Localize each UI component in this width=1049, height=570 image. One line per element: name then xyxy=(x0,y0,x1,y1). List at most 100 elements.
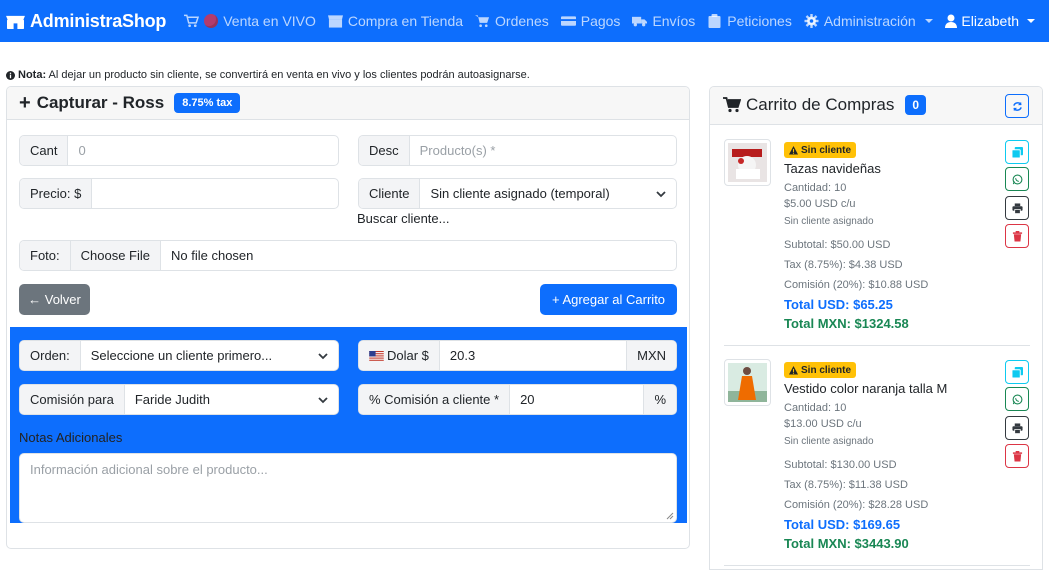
cart-title: Carrito de Compras 0 xyxy=(723,95,927,115)
whatsapp-icon xyxy=(1012,394,1022,404)
item-tax: Tax (8.75%): $11.38 USD xyxy=(784,479,908,491)
printer-icon xyxy=(1011,202,1023,214)
cliente-input-group: Cliente Sin cliente asignado (temporal) xyxy=(358,178,677,209)
cart-icon xyxy=(475,15,490,27)
copy-button[interactable] xyxy=(1005,140,1029,164)
whatsapp-button[interactable] xyxy=(1005,167,1029,191)
desc-input[interactable]: Producto(s) * xyxy=(410,136,676,165)
print-button[interactable] xyxy=(1005,416,1029,440)
item-subtotal: Subtotal: $50.00 USD xyxy=(784,239,891,251)
resize-grip-icon[interactable] xyxy=(666,512,674,520)
cliente-select[interactable]: Sin cliente asignado (temporal) xyxy=(420,179,676,208)
buscar-cliente-link[interactable]: Buscar cliente... xyxy=(357,211,450,226)
product-image-icon xyxy=(728,363,767,402)
nav-item-peticiones[interactable]: Peticiones xyxy=(707,13,792,29)
whatsapp-icon xyxy=(1012,174,1022,184)
comision-para-label: Comisión para xyxy=(20,385,125,414)
brand-logo[interactable]: AdministraShop xyxy=(6,11,166,32)
item-client: Sin cliente asignado xyxy=(784,436,874,447)
user-icon xyxy=(945,14,958,28)
comision-para-select[interactable]: Faride Judith xyxy=(125,385,338,414)
item-tax: Tax (8.75%): $4.38 USD xyxy=(784,259,903,271)
delete-button[interactable] xyxy=(1005,224,1029,248)
gear-icon xyxy=(804,14,819,28)
item-divider xyxy=(724,565,1030,566)
refresh-icon xyxy=(1012,101,1022,111)
capture-card-header: + Capturar - Ross 8.75% tax xyxy=(7,87,689,120)
item-cantidad: Cantidad: 10 xyxy=(784,182,847,194)
copy-button[interactable] xyxy=(1005,360,1029,384)
nav-item-envios[interactable]: Envíos xyxy=(632,13,695,29)
nav-item-ordenes[interactable]: Ordenes xyxy=(475,13,549,29)
precio-input[interactable] xyxy=(92,179,338,208)
item-title: Vestido color naranja talla M xyxy=(784,381,948,396)
item-comision: Comisión (20%): $10.88 USD xyxy=(784,279,929,291)
cart-icon xyxy=(184,14,200,27)
print-button[interactable] xyxy=(1005,196,1029,220)
nav-item-venta-vivo[interactable]: Venta en VIVO xyxy=(184,13,316,29)
pct-comision-input[interactable]: 20 xyxy=(510,385,643,414)
nav-label: Peticiones xyxy=(727,13,792,29)
cart-count-badge: 0 xyxy=(905,95,927,115)
dolar-unit: MXN xyxy=(626,341,676,370)
dolar-label: Dolar $ xyxy=(359,341,440,370)
caret-down-icon xyxy=(924,19,933,23)
item-client: Sin cliente asignado xyxy=(784,216,874,227)
dolar-input[interactable]: 20.3 xyxy=(440,341,626,370)
copy-icon xyxy=(1011,146,1023,158)
notas-textarea[interactable]: Información adicional sobre el producto.… xyxy=(19,453,677,523)
choose-file-button[interactable]: Choose File xyxy=(70,241,161,270)
orden-select-value: Seleccione un cliente primero... xyxy=(90,348,273,363)
user-name: Elizabeth xyxy=(961,13,1019,29)
delete-button[interactable] xyxy=(1005,444,1029,468)
foto-input-group: Foto: Choose File No file chosen xyxy=(19,240,677,271)
note-bold: Nota: xyxy=(18,69,47,81)
product-image-icon xyxy=(728,143,767,182)
precio-label: Precio: $ xyxy=(20,179,93,208)
brand-name: AdministraShop xyxy=(30,10,167,31)
product-thumbnail[interactable] xyxy=(724,359,771,406)
tax-badge: 8.75% tax xyxy=(174,93,241,113)
capture-title-text: Capturar - Ross xyxy=(36,93,165,112)
desc-label: Desc xyxy=(359,136,410,165)
notas-placeholder: Información adicional sobre el producto.… xyxy=(30,462,268,477)
item-cantidad: Cantidad: 10 xyxy=(784,402,847,414)
pct-unit: % xyxy=(643,385,676,414)
foto-label: Foto: xyxy=(20,241,71,270)
orden-input-group: Orden: Seleccione un cliente primero... xyxy=(19,340,339,371)
top-navbar: AdministraShop Venta en VIVO Compra en T… xyxy=(0,0,1049,42)
whatsapp-button[interactable] xyxy=(1005,387,1029,411)
trash-icon xyxy=(1012,450,1022,462)
cant-input[interactable]: 0 xyxy=(68,136,338,165)
store-icon xyxy=(327,15,343,28)
orden-select[interactable]: Seleccione un cliente primero... xyxy=(81,341,338,370)
copy-icon xyxy=(1011,366,1023,378)
precio-input-group: Precio: $ xyxy=(19,178,339,209)
warning-icon xyxy=(789,365,798,375)
user-menu[interactable]: Elizabeth xyxy=(945,0,1035,42)
cant-input-group: Cant 0 xyxy=(19,135,339,166)
file-status: No file chosen xyxy=(171,248,254,263)
cart-icon xyxy=(723,97,741,113)
orden-label: Orden: xyxy=(20,341,81,370)
item-total-usd: Total USD: $65.25 xyxy=(784,297,893,312)
nav-item-pagos[interactable]: Pagos xyxy=(560,13,621,29)
nav-item-compra-tienda[interactable]: Compra en Tienda xyxy=(327,13,463,29)
chevron-down-icon xyxy=(656,190,666,197)
nav-item-administracion[interactable]: Administración xyxy=(804,13,933,29)
info-note: Nota: Al dejar un producto sin cliente, … xyxy=(6,69,530,81)
volver-button[interactable]: ← Volver xyxy=(19,284,90,315)
trash-icon xyxy=(1012,230,1022,242)
sin-cliente-badge: Sin cliente xyxy=(784,362,857,378)
product-thumbnail[interactable] xyxy=(724,139,771,186)
cant-label: Cant xyxy=(20,136,69,165)
note-text: Al dejar un producto sin cliente, se con… xyxy=(46,69,530,81)
order-settings-panel: Orden: Seleccione un cliente primero... … xyxy=(10,327,687,523)
desc-input-group: Desc Producto(s) * xyxy=(358,135,677,166)
nav-label: Pagos xyxy=(580,13,621,29)
cart-card-header: Carrito de Compras 0 xyxy=(710,87,1042,125)
agregar-carrito-button[interactable]: + Agregar al Carrito xyxy=(540,284,677,315)
money-icon xyxy=(560,16,576,26)
cliente-select-value: Sin cliente asignado (temporal) xyxy=(430,186,610,201)
refresh-button[interactable] xyxy=(1005,94,1029,118)
